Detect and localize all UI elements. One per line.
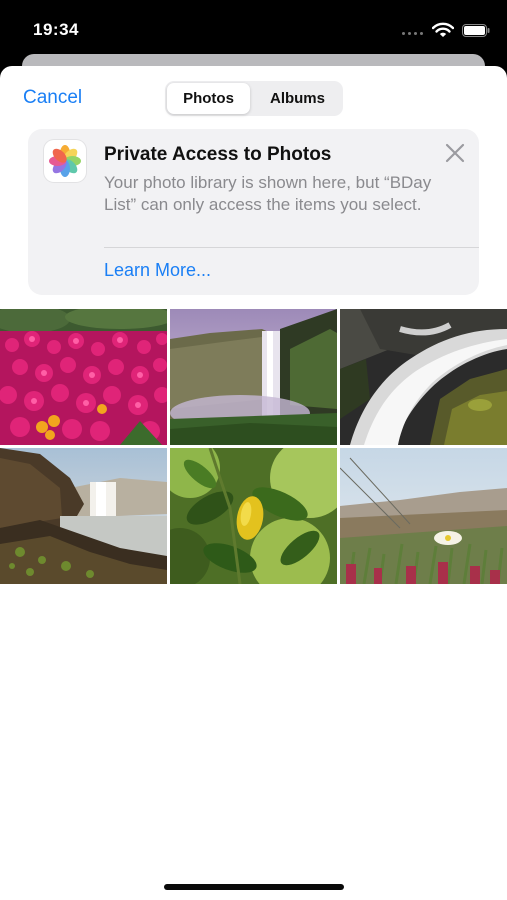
tab-photos[interactable]: Photos — [167, 83, 250, 114]
banner-divider — [104, 247, 479, 248]
private-access-banner: Private Access to Photos Your photo libr… — [28, 129, 479, 295]
status-time: 19:34 — [33, 20, 79, 39]
tab-albums[interactable]: Albums — [254, 83, 341, 114]
photo-thumbnail-flowers[interactable] — [0, 309, 167, 445]
photo-picker-sheet: Cancel Photos Albums Private Access to P… — [0, 66, 507, 900]
signal-icon — [402, 32, 426, 36]
banner-title: Private Access to Photos — [104, 144, 332, 165]
photo-thumbnail-water-rocks[interactable] — [340, 309, 507, 445]
photos-albums-segmented-control: Photos Albums — [165, 81, 343, 116]
banner-body: Your photo library is shown here, but “B… — [104, 173, 432, 214]
home-indicator[interactable] — [164, 884, 344, 890]
photo-thumbnail-lemon-leaves[interactable] — [170, 448, 337, 584]
battery-icon — [462, 24, 490, 37]
photo-thumbnail-waterfall-coast[interactable] — [0, 448, 167, 584]
photos-app-icon — [44, 140, 86, 182]
learn-more-link[interactable]: Learn More... — [104, 260, 211, 281]
photo-thumbnail-waterfall-cliff[interactable] — [170, 309, 337, 445]
wifi-icon — [432, 22, 454, 37]
close-icon[interactable] — [444, 142, 466, 164]
cancel-button[interactable]: Cancel — [23, 87, 82, 109]
status-bar: 19:34 — [0, 0, 507, 58]
photo-thumbnail-white-flower-grass[interactable] — [340, 448, 507, 584]
